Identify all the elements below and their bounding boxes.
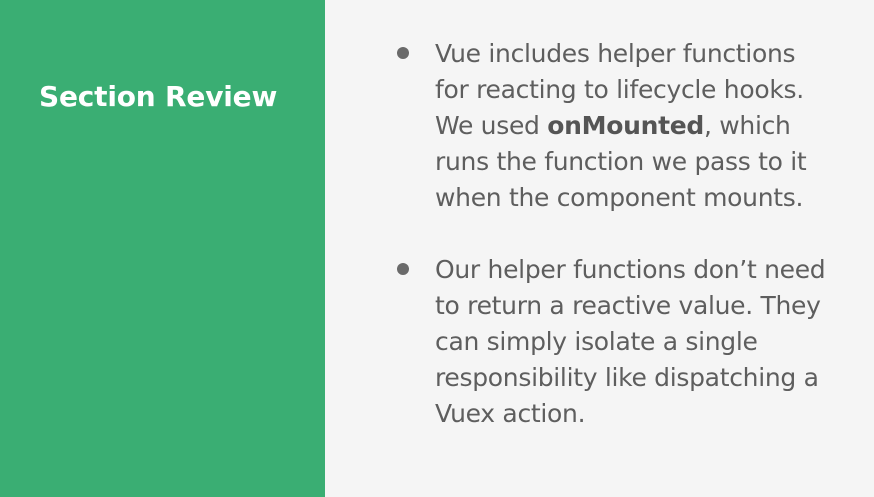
bullet-line-prefix: We used (435, 111, 548, 140)
bullet-list: Vue includes helper functions for reacti… (397, 36, 867, 432)
onmounted-term: onMounted (547, 111, 704, 140)
bullet-line: can simply isolate a single (435, 327, 758, 356)
bullet-line: Vue includes helper functions (435, 39, 796, 68)
bullet-line: Our helper functions don’t need (435, 255, 826, 284)
bullet-dot-icon (397, 263, 409, 275)
bullet-line-suffix: , which (703, 111, 791, 140)
content-panel: Vue includes helper functions for reacti… (325, 0, 874, 497)
bullet-line: when the component mounts. (435, 183, 804, 212)
section-title: Section Review (39, 80, 278, 113)
bullet-line: responsibility like dispatching a (435, 363, 819, 392)
bullet-line: runs the function we pass to it (435, 147, 807, 176)
bullet-line: for reacting to lifecycle hooks. (435, 75, 804, 104)
bullet-line: Vuex action. (435, 399, 586, 428)
title-panel: Section Review (0, 0, 325, 497)
bullet-line: to return a reactive value. They (435, 291, 821, 320)
bullet-line: We used onMounted, which (435, 108, 867, 144)
bullet-item-lifecycle-hooks: Vue includes helper functions for reacti… (397, 36, 867, 216)
bullet-item-helper-functions: Our helper functions don’t need to retur… (397, 252, 867, 432)
bullet-dot-icon (397, 47, 409, 59)
